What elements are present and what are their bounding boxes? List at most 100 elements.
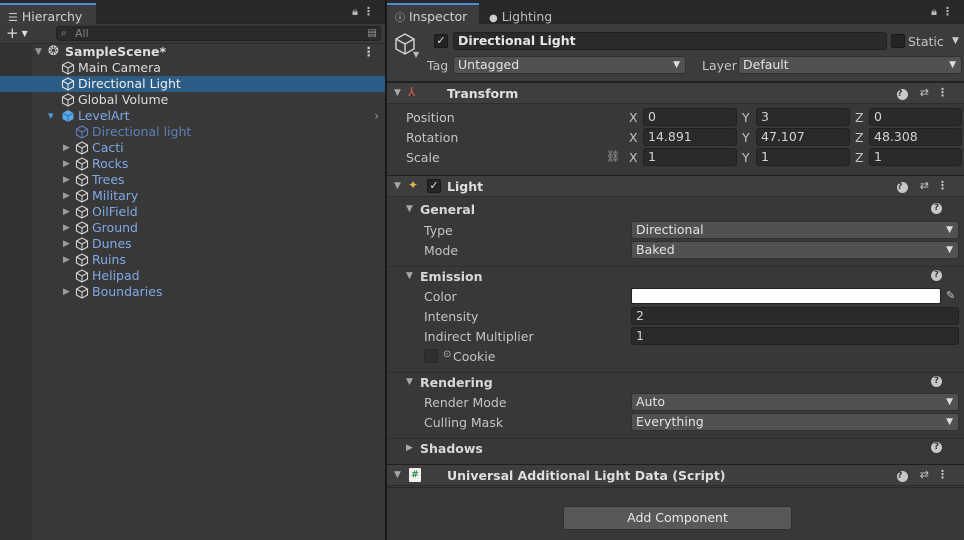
eyedropper-icon[interactable]: ✎ (946, 289, 955, 302)
preset-sliders-icon[interactable]: ⇄ (920, 86, 937, 99)
tab-inspector[interactable]: ⓘ Inspector (387, 3, 479, 24)
list-item[interactable]: ▶ Rocks (0, 156, 385, 172)
create-button[interactable]: + ▼ (6, 24, 28, 43)
lock-icon[interactable]: 🔒︎ (352, 5, 363, 19)
position-z-field[interactable]: 0 (869, 108, 962, 126)
help-icon[interactable]: ? (931, 270, 942, 281)
hierarchy-search-input[interactable]: ⌕ All ▤ (56, 26, 381, 41)
mode-dropdown[interactable]: Baked ▼ (631, 241, 959, 259)
emission-section-header[interactable]: ▼ Emission ? (387, 266, 964, 286)
more-options-icon[interactable]: ⋮ (937, 179, 956, 192)
expand-arrow-icon[interactable]: ▼ (35, 44, 42, 60)
intensity-field[interactable]: 2 (631, 307, 959, 325)
rendering-section-header[interactable]: ▼ Rendering ? (387, 372, 964, 392)
help-icon[interactable]: ? (897, 89, 909, 100)
foldout-arrow-icon[interactable]: ▶ (406, 443, 413, 453)
scale-x-axis-label[interactable]: X (629, 150, 638, 165)
foldout-arrow-icon[interactable]: ▼ (394, 88, 401, 98)
position-z-axis-label[interactable]: Z (855, 110, 864, 125)
expand-arrow-icon[interactable]: ▶ (63, 188, 70, 204)
foldout-arrow-icon[interactable]: ▼ (406, 377, 413, 387)
render-mode-dropdown[interactable]: Auto ▼ (631, 393, 959, 411)
tag-dropdown[interactable]: Untagged ▼ (453, 56, 686, 74)
object-picker-icon[interactable]: ⊙ (443, 349, 451, 360)
constrain-proportions-icon[interactable]: ⛓ (606, 150, 620, 163)
help-icon[interactable]: ? (931, 376, 942, 387)
scale-z-axis-label[interactable]: Z (855, 150, 864, 165)
foldout-arrow-icon[interactable]: ▼ (394, 181, 401, 191)
help-icon[interactable]: ? (897, 471, 909, 482)
list-item[interactable]: Helipad (0, 268, 385, 284)
list-item[interactable]: Global Volume (0, 92, 385, 108)
expand-arrow-icon[interactable]: ▶ (63, 252, 70, 268)
scale-y-field[interactable]: 1 (756, 148, 850, 166)
culling-mask-dropdown[interactable]: Everything ▼ (631, 413, 959, 431)
chevron-right-icon[interactable]: › (374, 108, 379, 124)
help-icon[interactable]: ? (931, 442, 942, 453)
preset-sliders-icon[interactable]: ⇄ (920, 179, 937, 192)
expand-arrow-icon[interactable]: ▶ (63, 284, 70, 300)
list-item[interactable]: ▾ LevelArt › (0, 108, 385, 124)
tab-lighting[interactable]: ● Lighting (481, 3, 571, 24)
help-icon[interactable]: ? (931, 203, 942, 214)
rotation-z-field[interactable]: 48.308 (869, 128, 962, 146)
more-options-icon[interactable]: ⋮ (937, 86, 956, 99)
lock-icon[interactable]: 🔒︎ (931, 5, 942, 19)
position-x-axis-label[interactable]: X (629, 110, 638, 125)
light-component-header[interactable]: ▼ ✦ ✓ Light ? ⇄⋮ (387, 175, 964, 197)
rotation-y-axis-label[interactable]: Y (742, 130, 750, 145)
general-section-header[interactable]: ▼ General ? (387, 200, 964, 220)
position-y-field[interactable]: 3 (756, 108, 850, 126)
icon-dropdown-arrow-icon[interactable]: ▼ (413, 50, 419, 59)
expand-arrow-icon[interactable]: ▶ (63, 220, 70, 236)
scene-more-icon[interactable]: ⋮ (363, 44, 376, 60)
foldout-arrow-icon[interactable]: ▼ (394, 470, 401, 480)
color-swatch[interactable] (631, 288, 941, 304)
indirect-multiplier-field[interactable]: 1 (631, 327, 959, 345)
expand-arrow-icon[interactable]: ▶ (63, 140, 70, 156)
add-component-button[interactable]: Add Component (563, 506, 792, 530)
position-y-axis-label[interactable]: Y (742, 110, 750, 125)
rotation-z-axis-label[interactable]: Z (855, 130, 864, 145)
list-item[interactable]: ▶ Ground (0, 220, 385, 236)
layer-dropdown[interactable]: Default ▼ (738, 56, 962, 74)
transform-component-header[interactable]: ▼ ⅄ Transform ? ⇄⋮ (387, 82, 964, 104)
active-checkbox[interactable]: ✓ (434, 34, 448, 48)
foldout-arrow-icon[interactable]: ▼ (406, 204, 413, 214)
list-item[interactable]: ▶ OilField (0, 204, 385, 220)
scale-y-axis-label[interactable]: Y (742, 150, 750, 165)
list-item[interactable]: ▶ Trees (0, 172, 385, 188)
preset-sliders-icon[interactable]: ⇄ (920, 468, 937, 481)
list-item[interactable]: ▶ Dunes (0, 236, 385, 252)
more-options-icon[interactable]: ⋮ (937, 468, 956, 481)
more-options-icon[interactable]: ⋮ (942, 5, 958, 18)
help-icon[interactable]: ? (897, 182, 909, 193)
light-enabled-checkbox[interactable]: ✓ (427, 179, 441, 193)
more-options-icon[interactable]: ⋮ (363, 5, 379, 18)
rotation-x-field[interactable]: 14.891 (643, 128, 737, 146)
list-item[interactable]: ▶ Boundaries (0, 284, 385, 300)
expand-arrow-icon[interactable]: ▶ (63, 156, 70, 172)
list-item[interactable]: ▶ Ruins (0, 252, 385, 268)
rotation-y-field[interactable]: 47.107 (756, 128, 850, 146)
cookie-texture-slot[interactable] (424, 349, 438, 363)
object-name-field[interactable]: Directional Light (453, 32, 887, 50)
rotation-x-axis-label[interactable]: X (629, 130, 638, 145)
scale-z-field[interactable]: 1 (869, 148, 962, 166)
light-data-script-header[interactable]: ▼ # Universal Additional Light Data (Scr… (387, 464, 964, 486)
shadows-section-header[interactable]: ▶ Shadows ? (387, 438, 964, 458)
list-item[interactable]: Main Camera (0, 60, 385, 76)
position-x-field[interactable]: 0 (643, 108, 737, 126)
static-dropdown-arrow-icon[interactable]: ▼ (952, 36, 959, 46)
expand-arrow-icon[interactable]: ▶ (63, 172, 70, 188)
foldout-arrow-icon[interactable]: ▼ (406, 271, 413, 281)
list-item[interactable]: Directional light (0, 124, 385, 140)
list-item-selected[interactable]: Directional Light (0, 76, 385, 92)
search-filter-icon[interactable]: ▤ (368, 27, 377, 40)
list-item[interactable]: ▶ Cacti (0, 140, 385, 156)
expand-arrow-icon[interactable]: ▶ (63, 204, 70, 220)
expand-arrow-icon[interactable]: ▶ (63, 236, 70, 252)
type-dropdown[interactable]: Directional ▼ (631, 221, 959, 239)
scale-x-field[interactable]: 1 (643, 148, 737, 166)
list-item[interactable]: ▶ Military (0, 188, 385, 204)
